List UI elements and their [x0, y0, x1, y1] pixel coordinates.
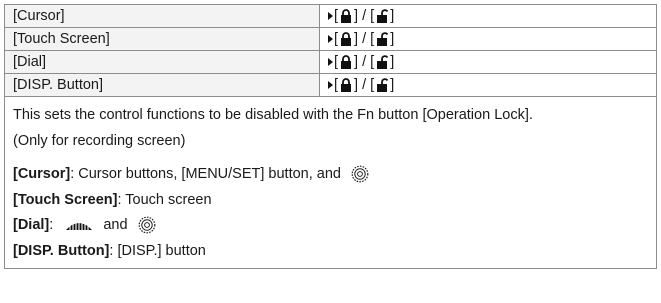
- setting-value: [ ] / [ ]: [319, 4, 657, 28]
- description-cell: This sets the control functions to be di…: [4, 96, 657, 269]
- front-dial-icon: [66, 221, 93, 231]
- description-item-touch-screen: [Touch Screen]: Touch screen: [13, 191, 212, 208]
- lock-open-icon: [377, 9, 389, 23]
- setting-row-dial: [Dial] [ ] / [ ]: [4, 50, 657, 74]
- setting-value: [ ] / [ ]: [319, 27, 657, 51]
- setting-name: [Touch Screen]: [4, 27, 320, 51]
- control-dial-icon: [351, 165, 369, 183]
- setting-row-touch-screen: [Touch Screen] [ ] / [ ]: [4, 27, 657, 51]
- description-term: [Cursor]: [13, 166, 71, 182]
- lock-open-icon: [377, 55, 389, 69]
- description-row: This sets the control functions to be di…: [4, 96, 657, 269]
- description-line: This sets the control functions to be di…: [13, 107, 533, 123]
- lock-open-icon: [377, 32, 389, 46]
- lock-closed-icon: [341, 9, 352, 23]
- setting-name: [Cursor]: [4, 4, 320, 28]
- play-triangle-icon: [328, 58, 333, 66]
- operation-lock-table: [Cursor] [ ] / [ ] [Touch Screen] [ ] /: [4, 4, 657, 269]
- play-triangle-icon: [328, 12, 333, 20]
- description-item-dial: [Dial]: and: [13, 213, 648, 239]
- setting-name: [Dial]: [4, 50, 320, 74]
- description-item-cursor: [Cursor]: Cursor buttons, [MENU/SET] but…: [13, 162, 648, 188]
- control-dial-icon: [138, 216, 155, 234]
- description-note: (Only for recording screen): [13, 132, 186, 149]
- setting-name: [DISP. Button]: [4, 73, 320, 97]
- lock-closed-icon: [341, 55, 352, 69]
- lock-open-icon: [377, 78, 389, 92]
- description-term: [Dial]: [13, 217, 50, 233]
- lock-closed-icon: [341, 78, 352, 92]
- play-triangle-icon: [328, 35, 333, 43]
- setting-value: [ ] / [ ]: [319, 73, 657, 97]
- setting-row-disp-button: [DISP. Button] [ ] / [ ]: [4, 73, 657, 97]
- setting-row-cursor: [Cursor] [ ] / [ ]: [4, 4, 657, 28]
- description-item-disp-button: [DISP. Button]: [DISP.] button: [13, 242, 206, 259]
- lock-closed-icon: [341, 32, 352, 46]
- setting-value: [ ] / [ ]: [319, 50, 657, 74]
- description-term: [Touch Screen]: [13, 191, 118, 208]
- play-triangle-icon: [328, 81, 333, 89]
- description-term: [DISP. Button]: [13, 242, 110, 259]
